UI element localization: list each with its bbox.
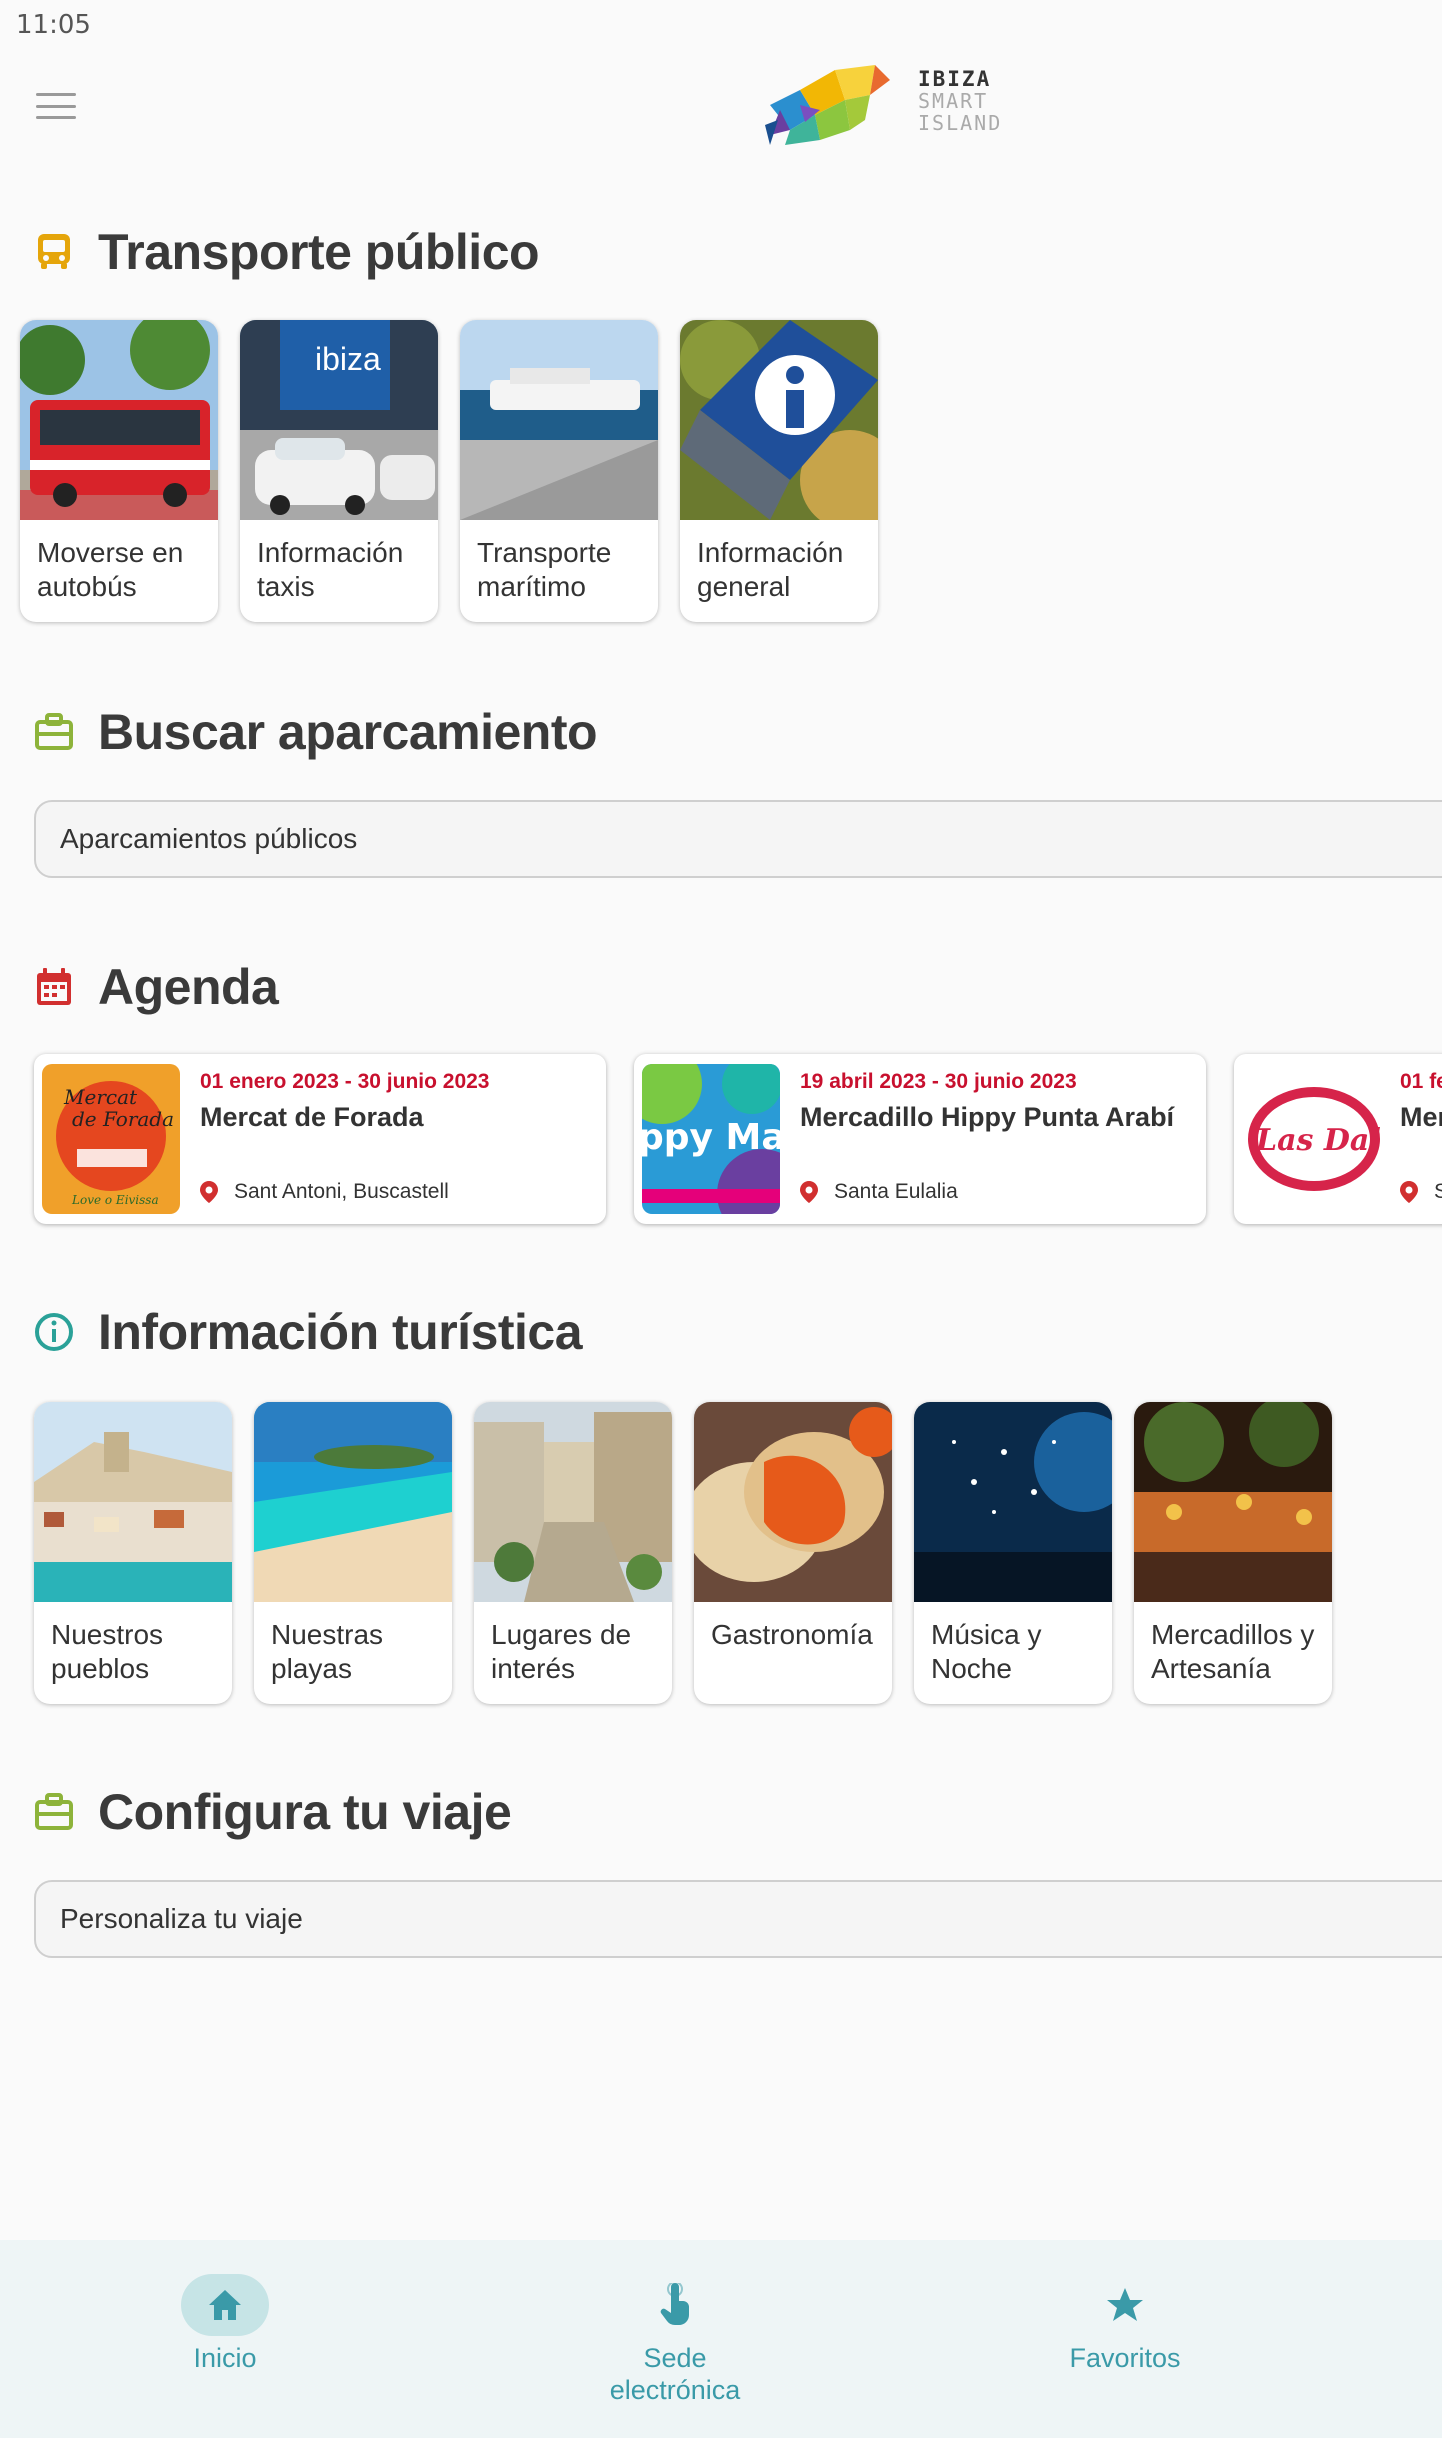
- section-title-text: Transporte público: [98, 224, 540, 280]
- tile-general-info[interactable]: Información general: [680, 320, 878, 622]
- tile-bus[interactable]: Moverse en autobús: [20, 320, 218, 622]
- event-date: 19 abril 2023 - 30 junio 2023: [800, 1070, 1077, 1093]
- event-card[interactable]: ppy Mark 19 abril 2023 - 30 junio 2023 M…: [634, 1054, 1206, 1224]
- event-location-text: Sant Antoni, Buscastell: [234, 1180, 449, 1203]
- app-root: 11:05 IBIZA SMART ISLAND Transporte públ…: [0, 0, 1442, 2438]
- briefcase-icon: [35, 713, 73, 750]
- tile-label: Nuestros pueblos: [51, 1619, 164, 1684]
- bus-photo: [20, 320, 218, 520]
- nav-favorites-label: Favoritos: [1069, 2343, 1181, 2373]
- event-name: Mer: [1400, 1102, 1442, 1132]
- section-title-text: Buscar aparcamiento: [98, 704, 598, 760]
- event-date: 01 fe: [1400, 1070, 1442, 1093]
- tile-label: Moverse en autobús: [37, 537, 184, 602]
- status-time: 11:05: [16, 10, 91, 40]
- svg-text:ppy Mark: ppy Mark: [642, 1117, 780, 1158]
- info-sign-photo: [680, 320, 878, 520]
- section-title-parking: Buscar aparcamiento: [34, 700, 598, 764]
- event-location: Sant Antoni, Buscastell: [200, 1180, 449, 1204]
- tile-label: Lugares de interés: [491, 1619, 632, 1684]
- logo-line3: ISLAND: [918, 111, 1003, 135]
- tile-label: Nuestras playas: [271, 1619, 384, 1684]
- food-photo: [694, 1402, 892, 1602]
- tile-villages[interactable]: Nuestros pueblos: [34, 1402, 232, 1704]
- bottom-navigation: Inicio Sede electrónica Favoritos: [0, 2240, 1442, 2438]
- nav-home[interactable]: Inicio: [75, 2240, 375, 2438]
- tile-maritime[interactable]: Transporte marítimo: [460, 320, 658, 622]
- tile-gastronomy[interactable]: Gastronomía: [694, 1402, 892, 1704]
- logo-line2: SMART: [918, 89, 989, 113]
- event-card[interactable]: Las Dalias 01 fe Mer S: [1234, 1054, 1442, 1224]
- places-photo: [474, 1402, 672, 1602]
- logo-line1: IBIZA: [918, 67, 992, 91]
- svg-text:ibiza: ibiza: [315, 341, 381, 377]
- event-card[interactable]: Mercat de Forada Love o Eivissa 01 enero…: [34, 1054, 606, 1224]
- event-location-text: Santa Eulalia: [834, 1180, 958, 1203]
- status-bar: 11:05: [0, 0, 1442, 50]
- info-icon: [35, 1313, 73, 1351]
- tile-label: Información taxis: [257, 537, 404, 602]
- svg-text:Las Dalias: Las Dalias: [1255, 1123, 1380, 1158]
- markets-photo: [1134, 1402, 1332, 1602]
- section-title-transport: Transporte público: [34, 220, 540, 284]
- touch-hand-icon: [660, 2283, 689, 2325]
- location-pin-icon: [1400, 1181, 1418, 1203]
- tile-label: Transporte marítimo: [477, 537, 612, 602]
- ferry-photo: [460, 320, 658, 520]
- briefcase-icon: [35, 1793, 73, 1830]
- home-icon: [209, 2290, 241, 2320]
- svg-text:Love o Eivissa: Love o Eivissa: [71, 1193, 159, 1207]
- tile-label: Mercadillos y Artesanía: [1151, 1619, 1315, 1684]
- section-title-trip: Configura tu viaje: [34, 1780, 512, 1844]
- star-icon: [1107, 2288, 1143, 2321]
- event-location: Santa Eulalia: [800, 1180, 958, 1204]
- event-thumbnail: Las Dalias: [1242, 1064, 1380, 1214]
- logo-mark: [765, 65, 890, 145]
- logo-text: IBIZA SMART ISLAND: [918, 68, 1002, 134]
- ibiza-smart-island-logo: IBIZA SMART ISLAND: [760, 60, 1010, 150]
- nav-home-label: Inicio: [193, 2343, 257, 2373]
- location-pin-icon: [200, 1181, 218, 1203]
- taxi-photo: ibiza: [240, 320, 438, 520]
- hamburger-menu-icon[interactable]: [36, 90, 76, 122]
- nav-favorites[interactable]: Favoritos: [975, 2240, 1275, 2438]
- event-date: 01 enero 2023 - 30 junio 2023: [200, 1070, 490, 1093]
- beach-photo: [254, 1402, 452, 1602]
- tile-taxi[interactable]: ibiza Información taxis: [240, 320, 438, 622]
- event-location: S: [1400, 1180, 1442, 1204]
- nav-e-office[interactable]: Sede electrónica: [525, 2240, 825, 2438]
- section-title-text: Configura tu viaje: [98, 1784, 512, 1840]
- tile-nightlife[interactable]: Música y Noche: [914, 1402, 1112, 1704]
- section-title-tourism: Información turística: [34, 1300, 583, 1364]
- svg-text:Mercat: Mercat: [63, 1085, 138, 1109]
- tile-beaches[interactable]: Nuestras playas: [254, 1402, 452, 1704]
- tile-label: Información general: [697, 537, 844, 602]
- nav-home-icon-wrap: [181, 2274, 269, 2336]
- bus-icon: [38, 234, 70, 269]
- personalize-trip-button[interactable]: Personaliza tu viaje: [34, 1880, 1442, 1958]
- nightlife-photo: [914, 1402, 1112, 1602]
- event-name: Mercadillo Hippy Punta Arabí: [800, 1102, 1175, 1132]
- tile-markets[interactable]: Mercadillos y Artesanía: [1134, 1402, 1332, 1704]
- nav-e-office-label: Sede electrónica: [609, 2343, 741, 2405]
- event-thumbnail: Mercat de Forada Love o Eivissa: [42, 1064, 180, 1214]
- nav-e-office-icon-wrap: [631, 2274, 719, 2336]
- svg-text:de Forada: de Forada: [72, 1107, 174, 1131]
- villages-photo: [34, 1402, 232, 1602]
- event-name: Mercat de Forada: [200, 1102, 424, 1132]
- tile-label: Gastronomía: [711, 1619, 873, 1650]
- tile-places[interactable]: Lugares de interés: [474, 1402, 672, 1704]
- section-title-text: Agenda: [98, 959, 279, 1015]
- event-thumbnail: ppy Mark: [642, 1064, 780, 1214]
- section-title-text: Información turística: [98, 1304, 583, 1360]
- calendar-icon: [37, 968, 71, 1005]
- event-location-text: S: [1434, 1180, 1442, 1203]
- nav-favorites-icon-wrap: [1081, 2274, 1169, 2336]
- location-pin-icon: [800, 1181, 818, 1203]
- tile-label: Música y Noche: [931, 1619, 1042, 1684]
- public-parking-button[interactable]: Aparcamientos públicos: [34, 800, 1442, 878]
- section-title-agenda: Agenda: [34, 955, 279, 1019]
